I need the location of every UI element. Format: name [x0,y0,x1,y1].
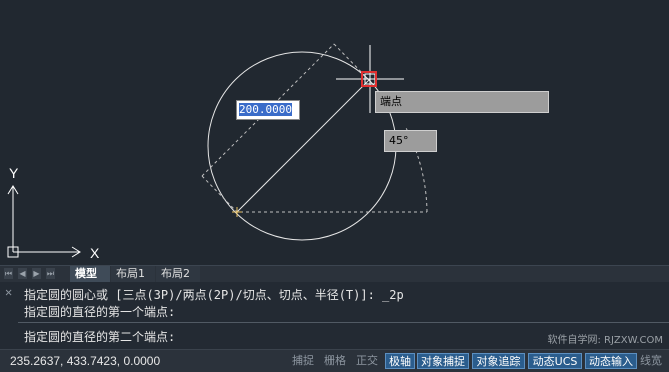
command-history-line: 指定圆的直径的第一个端点: [24,305,176,319]
polar-toggle[interactable]: 极轴 [385,353,415,369]
command-window: ✕ 指定圆的圆心或 [三点(3P)/两点(2P)/切点、切点、半径(T)]: _… [0,282,669,349]
layout-tab-bar: ⏮ ◀ ▶ ⏭ 模型 布局1 布局2 [0,265,669,282]
dim-extension-2 [201,175,238,213]
command-divider [18,322,669,323]
lineweight-toggle[interactable]: 线宽 [640,353,669,369]
watermark: 软件自学网: RJZXW.COM [547,335,663,346]
ucs-x-label: X [90,245,100,261]
grid-toggle[interactable]: 栅格 [321,353,349,369]
command-history-line: 指定圆的圆心或 [三点(3P)/两点(2P)/切点、切点、半径(T)]: _2p [24,288,404,302]
first-tab-icon[interactable]: ⏮ [4,268,13,279]
endpoint-tooltip: 端点 [375,91,549,113]
otrack-toggle[interactable]: 对象追踪 [472,353,525,369]
drawing-svg[interactable]: Y X [0,0,669,265]
drawing-canvas[interactable]: Y X 200.0000 端点 45° [0,0,669,265]
ducs-toggle[interactable]: 动态UCS [528,353,582,369]
tab-layout2[interactable]: 布局2 [156,266,200,282]
close-icon[interactable]: ✕ [5,285,12,299]
command-prompt[interactable]: 指定圆的直径的第二个端点: [24,328,175,345]
osnap-toggle[interactable]: 对象捕捉 [417,353,469,369]
prev-tab-icon[interactable]: ◀ [18,268,27,279]
coordinate-readout: 235.2637, 433.7423, 0.0000 [10,354,161,368]
last-tab-icon[interactable]: ⏭ [46,268,55,279]
angle-tooltip: 45° [384,130,437,152]
ucs-y-label: Y [9,165,19,181]
diameter-input-value[interactable]: 200.0000 [239,103,292,116]
snap-toggle[interactable]: 捕捉 [289,353,317,369]
diameter-input[interactable]: 200.0000 [236,100,300,120]
ortho-toggle[interactable]: 正交 [353,353,381,369]
tab-model[interactable]: 模型 [70,266,110,282]
tab-layout1[interactable]: 布局1 [111,266,155,282]
next-tab-icon[interactable]: ▶ [32,268,41,279]
dyn-input-toggle[interactable]: 动态输入 [585,353,637,369]
status-bar: 235.2637, 433.7423, 0.0000 捕捉 栅格 正交 极轴 对… [0,349,669,372]
dim-extension-3 [333,43,370,81]
